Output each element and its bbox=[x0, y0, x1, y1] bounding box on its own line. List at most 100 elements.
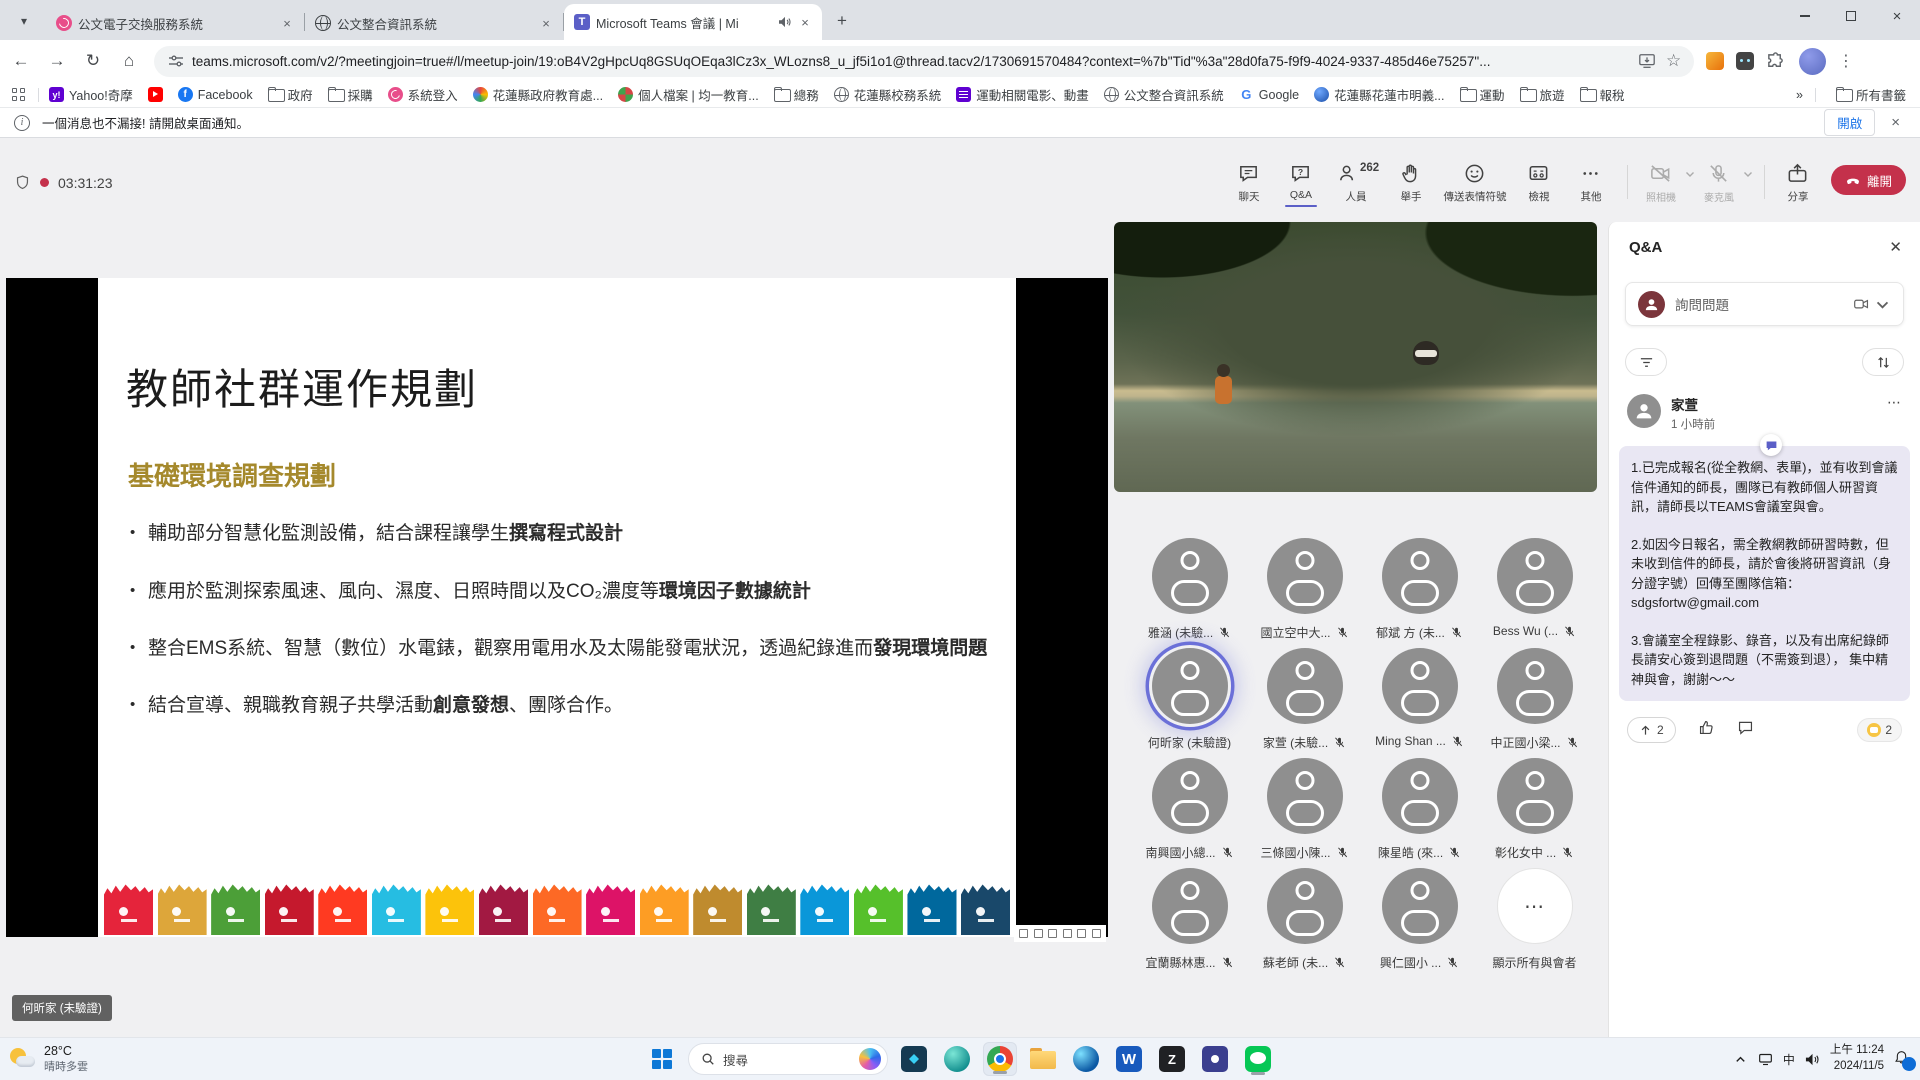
bookmark-hualien-edu[interactable]: 花蓮縣政府教育處... bbox=[473, 85, 603, 104]
bookmark-facebook[interactable]: fFacebook bbox=[178, 87, 253, 102]
taskbar-app-line[interactable] bbox=[1241, 1042, 1275, 1076]
address-bar[interactable]: teams.microsoft.com/v2/?meetingjoin=true… bbox=[154, 46, 1694, 77]
url-text[interactable]: teams.microsoft.com/v2/?meetingjoin=true… bbox=[192, 54, 1628, 69]
people-button[interactable]: 262 人員 bbox=[1327, 162, 1385, 210]
participant-tile[interactable]: Bess Wu (... bbox=[1477, 538, 1592, 648]
taskbar-app-chrome-active[interactable] bbox=[983, 1042, 1017, 1076]
bookmark-junyi-profile[interactable]: 個人檔案 | 均一教育... bbox=[618, 85, 759, 104]
ask-question-input[interactable]: 詢問問題 bbox=[1625, 282, 1904, 326]
profile-avatar[interactable] bbox=[1799, 48, 1826, 75]
bookmark-youtube[interactable] bbox=[148, 87, 163, 102]
more-button[interactable]: 其他 bbox=[1565, 162, 1617, 210]
participant-tile[interactable]: 宜蘭縣林惠... bbox=[1132, 868, 1247, 978]
volume-icon[interactable] bbox=[1805, 1052, 1820, 1067]
taskbar-app-dark[interactable]: Z bbox=[1155, 1042, 1189, 1076]
all-bookmarks-button[interactable]: 所有書籤 bbox=[1836, 85, 1906, 104]
apps-grid-icon[interactable] bbox=[12, 88, 26, 102]
ask-options[interactable] bbox=[1853, 296, 1891, 313]
minimize-button[interactable] bbox=[1782, 0, 1828, 32]
spotlight-video-tile[interactable] bbox=[1114, 222, 1597, 492]
weather-widget[interactable]: 28°C 晴時多雲 bbox=[10, 1044, 88, 1074]
show-all-participants-tile[interactable]: ⋯顯示所有與會者 bbox=[1477, 868, 1592, 978]
like-button[interactable] bbox=[1698, 719, 1715, 741]
raise-hand-button[interactable]: 舉手 bbox=[1385, 162, 1437, 210]
shield-icon[interactable] bbox=[14, 174, 31, 191]
participant-tile-speaking[interactable]: 何昕家 (未驗證) bbox=[1132, 648, 1247, 758]
close-button[interactable]: × bbox=[1874, 0, 1920, 32]
extensions-puzzle-icon[interactable] bbox=[1766, 52, 1785, 71]
qa-button[interactable]: ? Q&A bbox=[1275, 162, 1327, 207]
tab-doc-exchange[interactable]: 公文電子交換服務系統 × bbox=[46, 6, 304, 40]
site-settings-icon[interactable] bbox=[168, 53, 184, 69]
install-app-icon[interactable] bbox=[1638, 52, 1656, 70]
enable-notifications-button[interactable]: 開啟 bbox=[1824, 109, 1875, 136]
display-icon[interactable] bbox=[1758, 1052, 1773, 1067]
bookmark-folder-tax[interactable]: 報稅 bbox=[1580, 85, 1625, 104]
new-tab-button[interactable]: + bbox=[828, 7, 856, 35]
bookmark-folder-general[interactable]: 總務 bbox=[774, 85, 819, 104]
bookmark-google[interactable]: GGoogle bbox=[1239, 87, 1299, 102]
camera-button-disabled[interactable]: 照相機 bbox=[1638, 162, 1684, 204]
tab-close-icon[interactable]: × bbox=[796, 13, 814, 31]
filter-button[interactable] bbox=[1625, 348, 1667, 376]
bookmark-yahoo[interactable]: y!Yahoo!奇摩 bbox=[49, 85, 133, 104]
home-icon[interactable]: ⌂ bbox=[114, 46, 144, 76]
chat-button[interactable]: 聊天 bbox=[1223, 162, 1275, 210]
taskbar-app-edge[interactable] bbox=[1069, 1042, 1103, 1076]
taskbar-app-widgets[interactable] bbox=[897, 1042, 931, 1076]
bookmark-star-icon[interactable]: ☆ bbox=[1666, 52, 1684, 70]
tab-close-icon[interactable]: × bbox=[278, 14, 296, 32]
tab-audio-icon[interactable] bbox=[778, 16, 792, 28]
bookmark-mingyi[interactable]: 花蓮縣花蓮市明義... bbox=[1314, 85, 1444, 104]
reload-icon[interactable]: ↻ bbox=[78, 46, 108, 76]
participant-tile[interactable]: 郁斌 方 (未... bbox=[1362, 538, 1477, 648]
browser-menu-icon[interactable]: ⋮ bbox=[1838, 51, 1854, 71]
bookmark-system-login[interactable]: 系統登入 bbox=[388, 85, 458, 104]
hidden-icons-chevron-icon[interactable] bbox=[1733, 1052, 1748, 1067]
participant-tile[interactable]: 三條國小陳... bbox=[1247, 758, 1362, 868]
comment-button[interactable] bbox=[1737, 719, 1754, 741]
bookmark-doc-info[interactable]: 公文整合資訊系統 bbox=[1104, 85, 1224, 104]
upvote-button[interactable]: 2 bbox=[1627, 717, 1676, 743]
participant-tile[interactable]: 國立空中大... bbox=[1247, 538, 1362, 648]
taskbar-clock[interactable]: 上午 11:24 2024/11/5 bbox=[1830, 1043, 1884, 1074]
qa-close-icon[interactable]: ✕ bbox=[1889, 238, 1902, 256]
participant-tile[interactable]: 家萱 (未驗... bbox=[1247, 648, 1362, 758]
tab-search-chevron-icon[interactable]: ▾ bbox=[10, 7, 38, 35]
participant-tile[interactable]: 陳星皓 (來... bbox=[1362, 758, 1477, 868]
participant-tile[interactable]: 興仁國小 ... bbox=[1362, 868, 1477, 978]
taskbar-app-indigo[interactable] bbox=[1198, 1042, 1232, 1076]
bookmark-folder-procurement[interactable]: 採購 bbox=[328, 85, 373, 104]
camera-options-chevron-icon[interactable] bbox=[1684, 168, 1696, 180]
bookmark-sports-media[interactable]: 運動相關電影、動畫 bbox=[956, 85, 1089, 104]
bookmarks-overflow-chevron[interactable]: » bbox=[1796, 88, 1803, 102]
mic-options-chevron-icon[interactable] bbox=[1742, 168, 1754, 180]
participant-tile[interactable]: 彰化女中 ... bbox=[1477, 758, 1592, 868]
shared-screen-stage[interactable]: 教師社群運作規劃 基礎環境調查規劃 •輔助部分智慧化監測設備，結合課程讓學生撰寫… bbox=[6, 278, 1108, 937]
bookmark-folder-sports[interactable]: 運動 bbox=[1460, 85, 1505, 104]
back-icon[interactable]: ← bbox=[6, 46, 36, 76]
reply-indicator-badge[interactable] bbox=[1760, 434, 1782, 456]
bookmark-folder-travel[interactable]: 旅遊 bbox=[1520, 85, 1565, 104]
view-button[interactable]: 檢視 bbox=[1513, 162, 1565, 210]
question-more-icon[interactable]: ⋯ bbox=[1887, 394, 1902, 411]
tab-doc-info-system[interactable]: 公文整合資訊系統 × bbox=[305, 6, 563, 40]
taskbar-app-word[interactable]: W bbox=[1112, 1042, 1146, 1076]
tab-close-icon[interactable]: × bbox=[537, 14, 555, 32]
dismiss-notification-icon[interactable]: × bbox=[1891, 114, 1900, 131]
maximize-button[interactable] bbox=[1828, 0, 1874, 32]
bookmark-folder-gov[interactable]: 政府 bbox=[268, 85, 313, 104]
tab-teams-meeting-active[interactable]: T Microsoft Teams 會議 | Mi × bbox=[564, 4, 822, 40]
participant-tile[interactable]: 南興國小總... bbox=[1132, 758, 1247, 868]
participant-tile[interactable]: 中正國小梁... bbox=[1477, 648, 1592, 758]
taskbar-app-teal[interactable] bbox=[940, 1042, 974, 1076]
taskbar-app-file-explorer[interactable] bbox=[1026, 1042, 1060, 1076]
reaction-count-chip[interactable]: 2 bbox=[1857, 718, 1902, 742]
ime-indicator[interactable]: 中 bbox=[1783, 1051, 1795, 1068]
notification-bell[interactable] bbox=[1894, 1050, 1912, 1068]
leave-button[interactable]: 離開 bbox=[1831, 165, 1906, 195]
taskbar-search[interactable]: 搜尋 bbox=[688, 1043, 888, 1075]
participant-tile[interactable]: 雅涵 (未驗... bbox=[1132, 538, 1247, 648]
forward-icon[interactable]: → bbox=[42, 46, 72, 76]
send-reaction-button[interactable]: 傳送表情符號 bbox=[1437, 162, 1513, 210]
